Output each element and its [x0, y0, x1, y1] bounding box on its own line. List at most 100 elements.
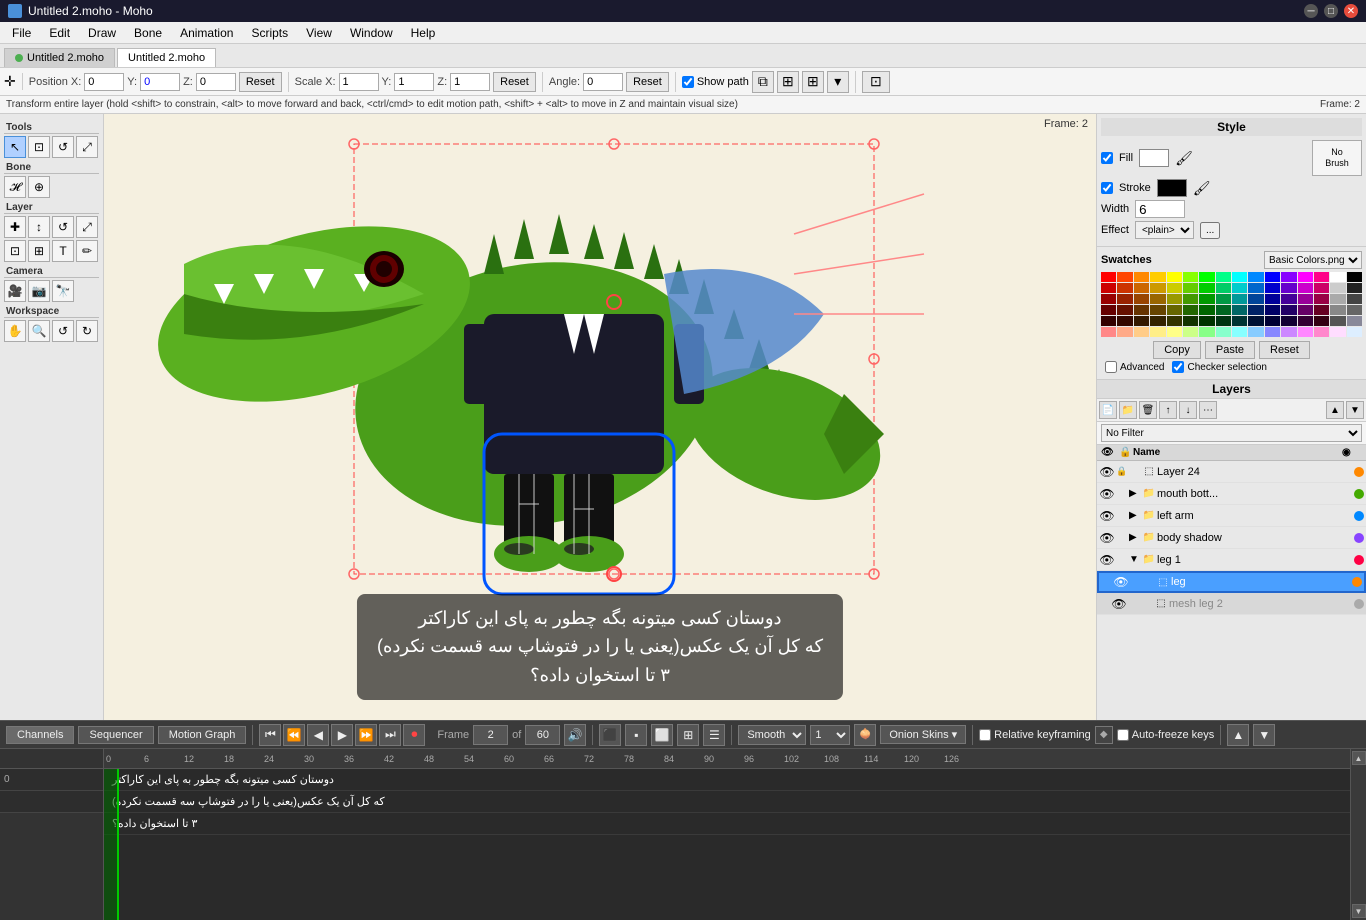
- next-key-button[interactable]: ⏭: [379, 724, 401, 746]
- stroke-color-box[interactable]: [1157, 179, 1187, 197]
- sx-input[interactable]: [339, 73, 379, 91]
- color-cell-26[interactable]: [1265, 283, 1280, 293]
- frame-input[interactable]: [473, 725, 508, 745]
- layer-scroll-up[interactable]: ▲: [1326, 401, 1344, 419]
- reset3-button[interactable]: Reset: [626, 72, 669, 92]
- color-cell-69[interactable]: [1183, 316, 1198, 326]
- lock-icon-leg1[interactable]: [1115, 553, 1129, 567]
- color-cell-46[interactable]: [1330, 294, 1345, 304]
- advanced-checkbox[interactable]: [1105, 361, 1117, 373]
- layer-row-leg[interactable]: 👁 ⬚ leg: [1097, 571, 1366, 593]
- color-cell-34[interactable]: [1134, 294, 1149, 304]
- tab-channels[interactable]: Channels: [6, 726, 74, 744]
- menu-file[interactable]: File: [4, 24, 39, 42]
- color-cell-67[interactable]: [1150, 316, 1165, 326]
- color-cell-93[interactable]: [1314, 327, 1329, 337]
- layer-scale-tool[interactable]: ⤢: [76, 216, 98, 238]
- tab-untitled1[interactable]: Untitled 2.moho: [4, 48, 115, 67]
- color-cell-6[interactable]: [1199, 272, 1214, 282]
- color-cell-30[interactable]: [1330, 283, 1345, 293]
- color-cell-18[interactable]: [1134, 283, 1149, 293]
- tl-view-btn2[interactable]: ▪: [625, 724, 647, 746]
- tl-scroll-up[interactable]: ▲: [1227, 724, 1249, 746]
- color-cell-43[interactable]: [1281, 294, 1296, 304]
- color-cell-88[interactable]: [1232, 327, 1247, 337]
- color-cell-57[interactable]: [1248, 305, 1263, 315]
- select-tool[interactable]: ↖: [4, 136, 26, 158]
- auto-freeze-checkbox[interactable]: [1117, 729, 1129, 741]
- scale-tool[interactable]: ⤢: [76, 136, 98, 158]
- color-cell-38[interactable]: [1199, 294, 1214, 304]
- layer-tool6[interactable]: ⊞: [28, 240, 50, 262]
- color-cell-54[interactable]: [1199, 305, 1214, 315]
- color-cell-9[interactable]: [1248, 272, 1263, 282]
- lock-icon-meshleg2[interactable]: [1127, 597, 1141, 611]
- color-cell-79[interactable]: [1347, 316, 1362, 326]
- onion-toggle[interactable]: 🧅: [854, 724, 876, 746]
- expand-mouthbott[interactable]: ▶: [1129, 488, 1141, 499]
- bone-tool1[interactable]: 𝓗: [4, 176, 26, 198]
- color-cell-11[interactable]: [1281, 272, 1296, 282]
- copy-icon-button[interactable]: ⧉: [752, 71, 774, 93]
- color-cell-81[interactable]: [1117, 327, 1132, 337]
- record-button[interactable]: ⏺: [403, 724, 425, 746]
- color-cell-49[interactable]: [1117, 305, 1132, 315]
- menu-scripts[interactable]: Scripts: [243, 24, 296, 42]
- color-cell-17[interactable]: [1117, 283, 1132, 293]
- layer-more-button[interactable]: ⋯: [1199, 401, 1217, 419]
- color-cell-52[interactable]: [1167, 305, 1182, 315]
- dropdown-button[interactable]: ▾: [827, 71, 849, 93]
- stroke-checkbox[interactable]: [1101, 182, 1113, 194]
- layer-row-layer24[interactable]: 👁 🔒 ⬚ Layer 24: [1097, 461, 1366, 483]
- color-cell-85[interactable]: [1183, 327, 1198, 337]
- eye-icon-meshleg2[interactable]: 👁: [1111, 596, 1127, 612]
- color-cell-24[interactable]: [1232, 283, 1247, 293]
- eye-icon-leftarm[interactable]: 👁: [1099, 508, 1115, 524]
- y-input[interactable]: [140, 73, 180, 91]
- color-cell-33[interactable]: [1117, 294, 1132, 304]
- menu-animation[interactable]: Animation: [172, 24, 241, 42]
- showpath-checkbox[interactable]: [682, 76, 694, 88]
- x-input[interactable]: [84, 73, 124, 91]
- color-cell-68[interactable]: [1167, 316, 1182, 326]
- color-cell-42[interactable]: [1265, 294, 1280, 304]
- color-cell-66[interactable]: [1134, 316, 1149, 326]
- color-cell-56[interactable]: [1232, 305, 1247, 315]
- relative-keyframe-checkbox[interactable]: [979, 729, 991, 741]
- eye-icon-leg1[interactable]: 👁: [1099, 552, 1115, 568]
- expand-bodyshadow[interactable]: ▶: [1129, 532, 1141, 543]
- color-cell-27[interactable]: [1281, 283, 1296, 293]
- layout-button[interactable]: ⊡: [862, 71, 890, 93]
- color-cell-53[interactable]: [1183, 305, 1198, 315]
- layer-move-tool[interactable]: ↕: [28, 216, 50, 238]
- color-cell-94[interactable]: [1330, 327, 1345, 337]
- camera-tool3[interactable]: 🔭: [52, 280, 74, 302]
- color-cell-25[interactable]: [1248, 283, 1263, 293]
- playhead[interactable]: [117, 769, 119, 920]
- layer-row-bodyshadow[interactable]: 👁 ▶ 📁 body shadow: [1097, 527, 1366, 549]
- color-cell-58[interactable]: [1265, 305, 1280, 315]
- paste-icon-button[interactable]: ⊞: [777, 71, 799, 93]
- color-cell-71[interactable]: [1216, 316, 1231, 326]
- color-cell-60[interactable]: [1298, 305, 1313, 315]
- sy-input[interactable]: [394, 73, 434, 91]
- reset1-button[interactable]: Reset: [239, 72, 282, 92]
- color-cell-0[interactable]: [1101, 272, 1116, 282]
- color-cell-37[interactable]: [1183, 294, 1198, 304]
- color-cell-95[interactable]: [1347, 327, 1362, 337]
- color-cell-64[interactable]: [1101, 316, 1116, 326]
- stroke-paint-icon[interactable]: 🖌: [1193, 180, 1211, 197]
- lock-icon-mouthbott[interactable]: [1115, 487, 1129, 501]
- color-cell-84[interactable]: [1167, 327, 1182, 337]
- color-cell-90[interactable]: [1265, 327, 1280, 337]
- color-cell-92[interactable]: [1298, 327, 1313, 337]
- tl-view-btn4[interactable]: ⊞: [677, 724, 699, 746]
- tab-untitled2[interactable]: Untitled 2.moho: [117, 48, 216, 67]
- color-cell-10[interactable]: [1265, 272, 1280, 282]
- eye-icon-leg[interactable]: 👁: [1113, 574, 1129, 590]
- expand-leftarm[interactable]: ▶: [1129, 510, 1141, 521]
- total-frames-input[interactable]: [525, 725, 560, 745]
- color-cell-89[interactable]: [1248, 327, 1263, 337]
- color-cell-62[interactable]: [1330, 305, 1345, 315]
- color-cell-8[interactable]: [1232, 272, 1247, 282]
